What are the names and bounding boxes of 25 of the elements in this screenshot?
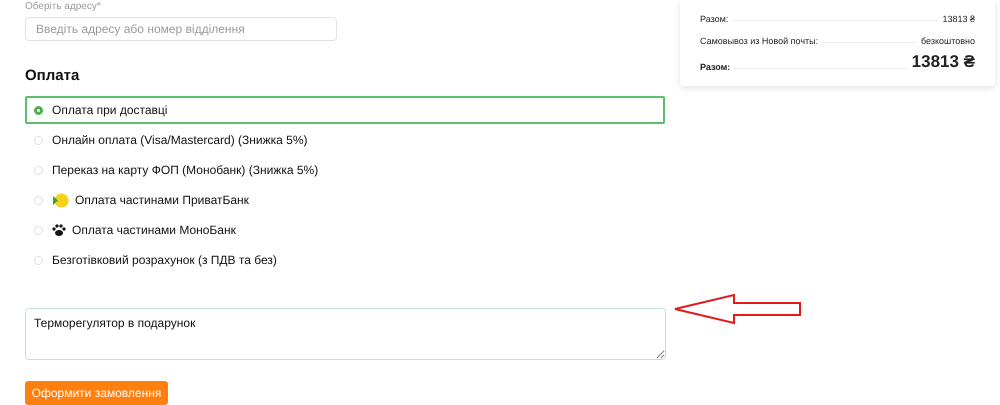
payment-option[interactable]: Оплата частинами МоноБанк — [25, 216, 665, 244]
payment-option[interactable]: Оплата частинами ПриватБанк — [25, 186, 665, 214]
summary-value: 13813 ₴ — [942, 14, 975, 24]
radio-button[interactable] — [34, 106, 43, 115]
summary-value: 13813 ₴ — [912, 52, 975, 72]
summary-label: Разом: — [700, 14, 728, 24]
comment-field[interactable]: Терморегулятор в подарунок — [25, 308, 666, 360]
summary-label: Разом: — [700, 62, 730, 72]
paw-icon — [52, 223, 66, 238]
section-title: Оплата — [25, 67, 80, 84]
payment-option[interactable]: Безготівковий розрахунок (з ПДВ та без) — [25, 246, 665, 274]
option-label: Переказ на карту ФОП (Монобанк) (Знижка 5%) — [52, 163, 318, 178]
option-label: Оплата при доставці — [52, 103, 168, 118]
option-label: Оплата частинами МоноБанк — [72, 223, 236, 238]
payment-option[interactable]: Онлайн оплата (Visa/Mastercard) (Знижка 5%) — [25, 126, 665, 154]
option-label: Онлайн оплата (Visa/Mastercard) (Знижка 5%) — [52, 133, 308, 148]
coin-icon — [52, 192, 69, 208]
summary-value: безкоштовно — [920, 36, 975, 46]
option-label: Безготівковий розрахунок (з ПДВ та без) — [52, 253, 277, 268]
field-label: Оберіть адресу* — [25, 1, 102, 14]
summary-label: Самовывоз из Новой почты: — [700, 36, 818, 46]
payment-option[interactable]: Оплата при доставці — [25, 96, 665, 124]
option-label: Оплата частинами ПриватБанк — [75, 193, 249, 208]
payment-option[interactable]: Переказ на карту ФОП (Монобанк) (Знижка 5%) — [25, 156, 665, 184]
address-field[interactable]: Введіть адресу або номер відділення — [25, 17, 337, 41]
